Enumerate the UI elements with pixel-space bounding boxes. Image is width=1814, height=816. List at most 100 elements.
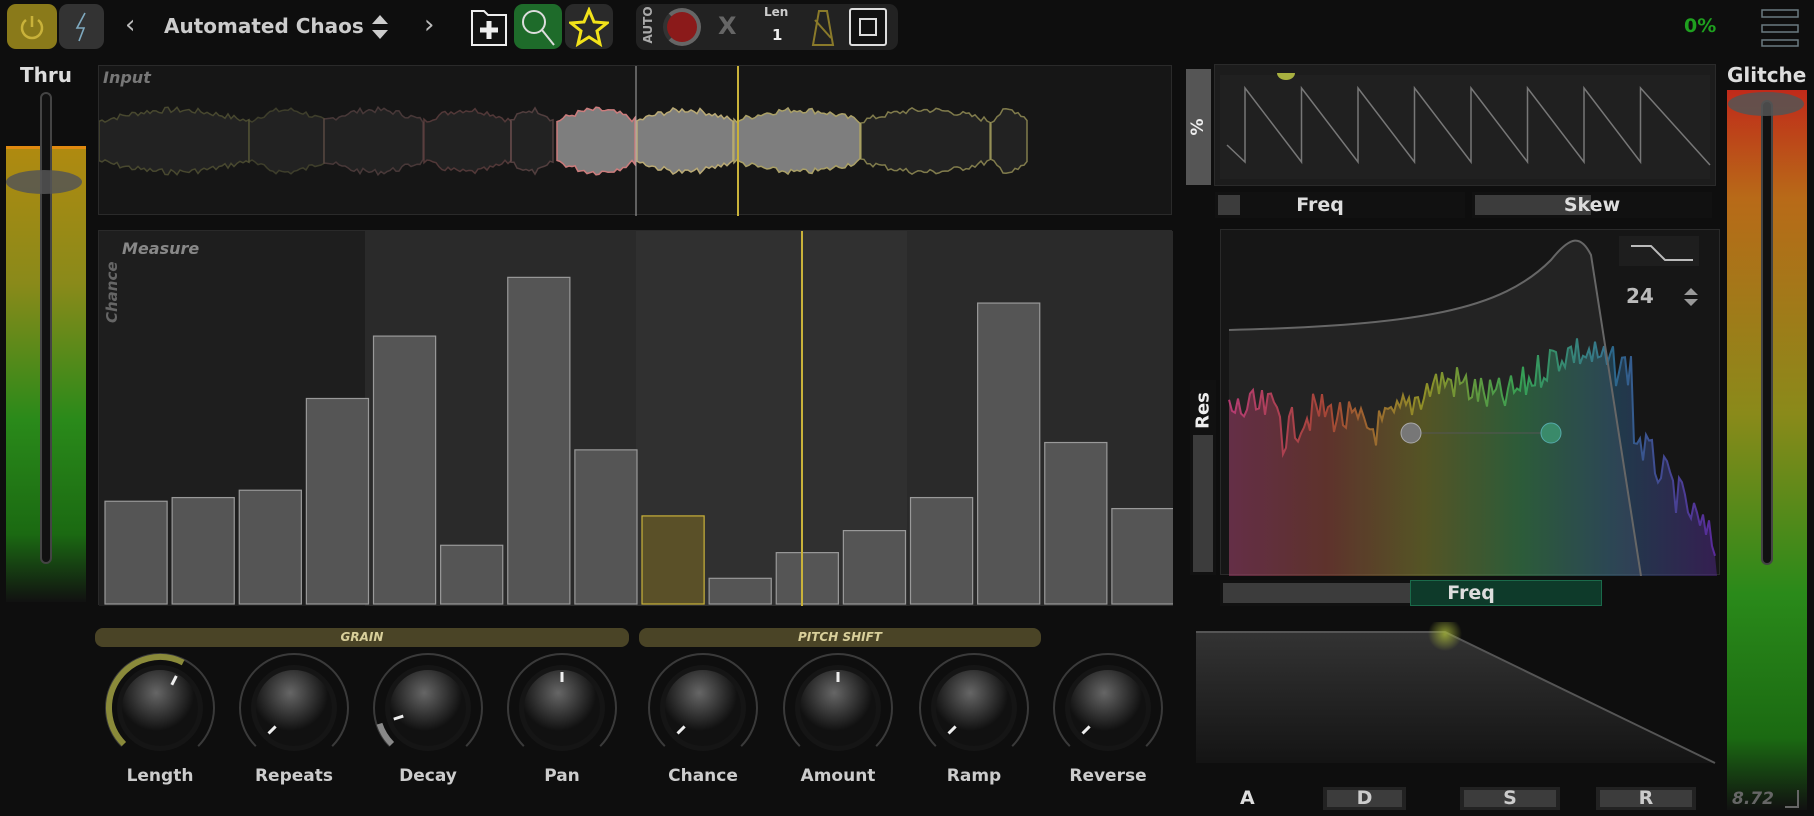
filter-type-button[interactable] xyxy=(1619,236,1699,266)
chance-bar[interactable] xyxy=(440,544,504,605)
search-icon xyxy=(522,9,555,46)
resize-handle[interactable] xyxy=(1785,790,1799,808)
lfo-tab-label: % xyxy=(1188,118,1208,136)
chance-bar[interactable] xyxy=(842,530,907,605)
sustain-slider[interactable]: S xyxy=(1460,787,1560,810)
lfo-tab[interactable]: % xyxy=(1186,69,1211,185)
bypass-button[interactable] xyxy=(59,4,104,49)
measure-bars xyxy=(99,231,1175,606)
auto-label: AUTO xyxy=(641,6,655,44)
knob-length[interactable] xyxy=(100,648,220,768)
chance-bar[interactable] xyxy=(1044,441,1108,605)
slope-stepper-icon[interactable] xyxy=(1683,286,1699,308)
input-label: Input xyxy=(103,68,151,87)
waveform-segment xyxy=(636,107,734,175)
knob-label: Decay xyxy=(399,766,457,786)
res-fill xyxy=(1193,435,1213,572)
len-label: Len xyxy=(764,5,789,19)
filter-high-handle[interactable] xyxy=(1540,422,1562,444)
filter-low-handle[interactable] xyxy=(1400,422,1422,444)
metronome-button[interactable] xyxy=(811,8,835,52)
lfo-skew-label: Skew xyxy=(1563,194,1621,216)
favorite-button[interactable] xyxy=(565,4,613,49)
chance-bar[interactable] xyxy=(372,335,437,605)
chance-bar[interactable] xyxy=(641,515,705,605)
prev-preset-button[interactable]: ‹ xyxy=(125,10,135,40)
knob-pan[interactable] xyxy=(502,648,622,768)
up-down-icon xyxy=(372,15,388,39)
glitch-slider-handle[interactable] xyxy=(1728,92,1804,116)
chance-bar[interactable] xyxy=(708,577,772,605)
waveform-segment xyxy=(248,107,325,175)
clear-button[interactable]: X xyxy=(718,12,737,40)
knob-decay[interactable] xyxy=(368,648,488,768)
cpu-usage: 0% xyxy=(1684,15,1717,37)
knob-body xyxy=(390,670,466,746)
lowpass-icon xyxy=(1631,245,1693,261)
knob-body xyxy=(936,670,1012,746)
waveform-segment xyxy=(510,106,554,176)
save-preset-button[interactable] xyxy=(467,4,511,49)
input-waveform[interactable]: Input xyxy=(98,65,1172,216)
knob-ramp[interactable] xyxy=(914,648,1034,768)
chance-bar[interactable] xyxy=(977,302,1041,605)
knob-label: Repeats xyxy=(254,766,334,786)
res-label: Res xyxy=(1192,392,1214,429)
chance-bar[interactable] xyxy=(574,449,638,605)
chance-bar[interactable] xyxy=(238,489,302,605)
knob-body xyxy=(256,670,332,746)
lfo-bg xyxy=(1220,75,1710,179)
next-preset-button[interactable]: › xyxy=(424,10,434,40)
thru-label: Thru xyxy=(20,63,72,87)
knob-repeats[interactable] xyxy=(234,648,354,768)
preset-stepper[interactable] xyxy=(370,13,390,41)
lightning-icon xyxy=(75,12,86,41)
grain-section-header: GRAIN xyxy=(95,628,629,647)
filter-display[interactable]: 24 xyxy=(1220,229,1720,577)
filter-freq-slider[interactable]: Freq xyxy=(1220,580,1602,606)
knob-amount[interactable] xyxy=(778,648,898,768)
waveform-segment xyxy=(423,107,512,175)
decay-label: D xyxy=(1356,787,1373,809)
search-button[interactable] xyxy=(514,4,562,49)
measure-label: Measure xyxy=(122,239,200,258)
power-button[interactable] xyxy=(7,4,57,49)
envelope-display[interactable] xyxy=(1195,617,1716,764)
lfo-display[interactable] xyxy=(1214,64,1716,186)
chance-bar[interactable] xyxy=(305,397,370,605)
knob-reverse[interactable] xyxy=(1048,648,1168,768)
chance-bar[interactable] xyxy=(1111,507,1175,605)
thru-slider-handle[interactable] xyxy=(6,170,82,194)
glitch-slider-track xyxy=(1761,100,1773,565)
knob-label: Reverse xyxy=(1069,766,1147,786)
lfo-freq-slider[interactable]: Freq xyxy=(1215,192,1465,218)
attack-label[interactable]: A xyxy=(1240,787,1255,809)
res-slider[interactable]: Res xyxy=(1190,380,1216,575)
knob-label: Pan xyxy=(544,766,580,786)
preset-name[interactable]: Automated Chaos xyxy=(164,14,364,38)
filter-freq-label: Freq xyxy=(1447,582,1495,604)
waveform-segment xyxy=(98,106,250,176)
glitch-label: Glitche xyxy=(1727,63,1807,87)
fullscreen-button[interactable] xyxy=(849,8,887,46)
lfo-skew-slider[interactable]: Skew xyxy=(1472,192,1712,218)
filter-slope-value[interactable]: 24 xyxy=(1626,284,1654,308)
chance-bar[interactable] xyxy=(171,496,235,605)
menu-button[interactable] xyxy=(1761,9,1799,47)
measure-panel[interactable]: Measure Chance xyxy=(98,230,1175,606)
waveform-segment xyxy=(990,107,1028,175)
chance-bar[interactable] xyxy=(507,276,571,605)
chance-bar[interactable] xyxy=(104,500,168,605)
decay-slider[interactable]: D xyxy=(1323,787,1406,810)
knob-chance[interactable] xyxy=(643,648,763,768)
chance-axis-label: Chance xyxy=(103,261,121,323)
waveform-segment xyxy=(860,106,991,176)
knob-body xyxy=(122,670,198,746)
chance-bar[interactable] xyxy=(909,496,974,605)
record-button[interactable] xyxy=(663,8,701,46)
menu-icon xyxy=(1761,9,1799,47)
chance-bar[interactable] xyxy=(775,552,839,605)
knob-label: Chance xyxy=(668,766,738,786)
release-slider[interactable]: R xyxy=(1596,787,1696,810)
len-value[interactable]: 1 xyxy=(772,26,782,44)
